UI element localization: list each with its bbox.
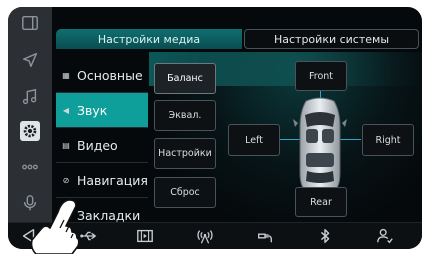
tab-media-settings[interactable]: Настройки медиа [56,29,242,49]
device-frame: Настройки медиа Настройки системы ▦ Осно… [0,0,427,254]
menu-item-label: Навигация [77,172,148,188]
tab-system-settings[interactable]: Настройки системы [244,29,419,49]
film-strip-icon[interactable] [134,226,156,246]
equalizer-button[interactable]: Эквал. [154,100,216,131]
grid-icon: ▦ [62,70,70,80]
menu-item-label: Видео [77,137,118,153]
menu-item-navigation[interactable]: ⊘ Навигация [56,163,148,198]
left-position-button[interactable]: Left [228,124,280,156]
bluetooth-icon[interactable] [314,226,336,246]
car-top-view-icon [293,97,347,195]
menu-item-label: Основные [77,67,143,83]
rear-position-button[interactable]: Rear [295,187,347,217]
menu-item-general[interactable]: ▦ Основные [56,58,148,93]
speaker-icon: ◀ [62,105,70,115]
menu-item-sound[interactable]: ◀ Звук [56,93,148,128]
front-position-button[interactable]: Front [295,61,347,91]
aux-plug-icon[interactable] [254,226,276,246]
sound-settings-button[interactable]: Настройки [154,138,216,169]
user-profile-icon[interactable] [374,226,396,246]
settings-tabs: Настройки медиа Настройки системы [56,29,419,51]
window-icon[interactable] [20,13,40,33]
pointing-hand-icon [30,199,80,254]
left-sidebar [8,7,52,222]
reset-button[interactable]: Сброс [154,177,216,208]
right-position-button[interactable]: Right [362,124,414,156]
navigation-arrow-icon[interactable] [20,50,40,70]
menu-item-video[interactable]: ▤ Видео [56,128,148,163]
menu-item-label: Закладки [77,207,141,223]
film-icon: ▤ [62,140,70,150]
compass-icon: ⊘ [62,175,70,185]
more-icon[interactable] [20,157,40,177]
balance-button[interactable]: Баланс [154,63,216,94]
antenna-icon[interactable] [194,226,216,246]
music-note-icon[interactable] [20,87,40,107]
menu-item-label: Звук [77,102,108,118]
gear-icon[interactable] [20,121,40,141]
